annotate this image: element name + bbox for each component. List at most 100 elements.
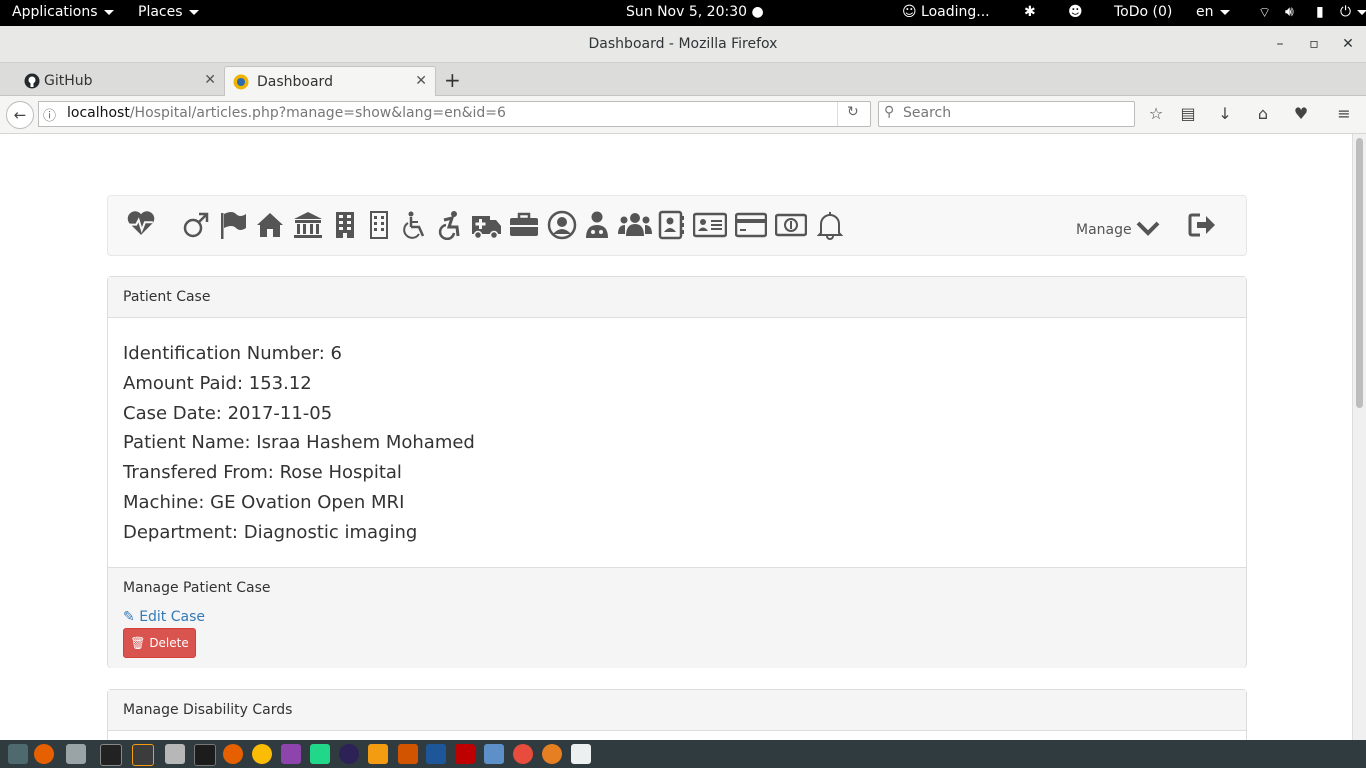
bell-icon[interactable] <box>817 210 843 240</box>
field-case-date: Case Date: 2017-11-05 <box>123 403 333 424</box>
scrollbar-thumb[interactable] <box>1356 138 1363 408</box>
sublime-icon[interactable] <box>132 744 154 766</box>
info-icon[interactable]: ⓘ <box>43 105 56 124</box>
field-transfered-from: Transfered From: Rose Hospital <box>123 462 402 483</box>
panel-title: Patient Case <box>123 289 211 305</box>
home-icon[interactable]: ⌂ <box>1254 105 1272 123</box>
text-editor-icon[interactable] <box>165 744 185 764</box>
briefcase-icon[interactable] <box>509 210 539 240</box>
manage-patient-case-title: Manage Patient Case <box>123 580 271 596</box>
chevron-down-icon[interactable] <box>1135 218 1161 238</box>
bookmark-star-icon[interactable]: ☆ <box>1147 105 1165 123</box>
reading-list-icon[interactable]: ▤ <box>1179 105 1197 123</box>
downloads-icon[interactable]: ↓ <box>1216 105 1234 123</box>
menu-icon[interactable]: ≡ <box>1335 105 1353 123</box>
wifi-icon[interactable]: ⌔ <box>1258 4 1271 22</box>
tab-github[interactable]: GitHub ✕ <box>12 66 224 95</box>
app-4-icon[interactable] <box>571 744 591 764</box>
reload-icon[interactable]: ↻ <box>847 104 859 120</box>
terminal-icon[interactable] <box>100 744 122 766</box>
user-circle-icon[interactable] <box>547 210 577 240</box>
pocket-icon[interactable]: ♥ <box>1292 105 1310 123</box>
app-navbar: Manage <box>107 195 1247 256</box>
back-button[interactable]: ← <box>6 101 34 129</box>
power-icon[interactable]: ⏻ <box>1340 4 1366 20</box>
firefox-icon[interactable] <box>34 744 54 764</box>
eclipse-icon[interactable] <box>339 744 359 764</box>
language-selector[interactable]: en <box>1196 4 1230 20</box>
user-md-icon[interactable] <box>584 210 610 240</box>
trash-icon: 🗑︎ <box>130 636 146 650</box>
show-desktop-icon[interactable] <box>8 744 28 764</box>
tray-monkey-icon[interactable]: ☻ <box>1068 4 1083 20</box>
app-icon[interactable] <box>398 744 418 764</box>
panel-title: Manage Disability Cards <box>123 702 293 718</box>
wheelchair-icon[interactable] <box>400 210 428 240</box>
close-window-button[interactable]: ✕ <box>1338 34 1358 54</box>
sign-out-icon[interactable] <box>1188 212 1216 238</box>
edit-case-link[interactable]: ✎ Edit Case <box>123 609 205 625</box>
filezilla-icon[interactable] <box>455 744 475 764</box>
postman-icon[interactable] <box>542 744 562 764</box>
pycharm-icon[interactable] <box>310 744 330 764</box>
url-bar[interactable]: ⓘ localhost/Hospital/articles.php?manage… <box>38 101 871 127</box>
search-input[interactable]: ⚲ Search <box>878 101 1135 127</box>
panel-heading: Manage Disability Cards <box>108 690 1246 731</box>
tab-close-icon[interactable]: ✕ <box>204 72 216 88</box>
clock[interactable]: Sun Nov 5, 20:30 ● <box>626 4 764 20</box>
tray-icon[interactable]: ✱ <box>1024 4 1036 20</box>
money-icon[interactable] <box>775 210 807 240</box>
patient-case-panel: Patient Case Identification Number: 6 Am… <box>107 276 1247 668</box>
window-title-bar: Dashboard - Mozilla Firefox – ▫ ✕ <box>0 26 1366 63</box>
battery-icon[interactable]: ▮ <box>1316 4 1324 20</box>
todo-indicator[interactable]: ToDo (0) <box>1114 4 1172 20</box>
accessible-icon[interactable] <box>436 210 464 240</box>
app-3-icon[interactable] <box>513 744 533 764</box>
heartbeat-icon[interactable] <box>122 208 160 238</box>
credit-card-icon[interactable] <box>735 210 767 240</box>
field-identification-number: Identification Number: 6 <box>123 343 342 364</box>
bank-icon[interactable] <box>292 210 324 240</box>
disability-cards-panel: Manage Disability Cards <box>107 689 1247 740</box>
github-icon <box>24 73 40 89</box>
terminal-2-icon[interactable] <box>194 744 216 766</box>
window-title: Dashboard - Mozilla Firefox <box>588 36 778 52</box>
app-2-icon[interactable] <box>484 744 504 764</box>
minimize-button[interactable]: – <box>1270 34 1290 54</box>
places-menu[interactable]: Places <box>138 4 199 20</box>
id-card-icon[interactable] <box>693 210 727 240</box>
pencil-icon: ✎ <box>123 609 135 625</box>
users-icon[interactable] <box>618 210 652 240</box>
tab-close-icon[interactable]: ✕ <box>415 73 427 89</box>
flag-icon[interactable] <box>218 210 248 240</box>
sublime-2-icon[interactable] <box>368 744 388 764</box>
field-patient-name: Patient Name: Israa Hashem Mohamed <box>123 432 475 453</box>
building-outline-icon[interactable] <box>368 210 390 240</box>
panel-heading: Patient Case <box>108 277 1246 318</box>
home-icon[interactable] <box>256 210 284 240</box>
url-divider <box>837 102 838 126</box>
delete-button[interactable]: 🗑︎ Delete <box>123 628 196 658</box>
field-department: Department: Diagnostic imaging <box>123 522 418 543</box>
new-tab-button[interactable]: + <box>444 68 461 92</box>
ambulance-icon[interactable] <box>470 210 502 240</box>
files-icon[interactable] <box>66 744 86 764</box>
volume-icon[interactable]: 🔊︎ <box>1285 4 1294 20</box>
favicon-icon <box>233 74 249 90</box>
phpstorm-icon[interactable] <box>281 744 301 764</box>
tab-bar: GitHub ✕ Dashboard ✕ + <box>0 63 1366 96</box>
maximize-button[interactable]: ▫ <box>1304 34 1324 54</box>
manage-menu-label[interactable]: Manage <box>1076 222 1132 238</box>
chrome-icon[interactable] <box>252 744 272 764</box>
page-content: Manage Patient Case Identification Numbe… <box>0 134 1352 740</box>
building-icon[interactable] <box>334 210 356 240</box>
male-icon[interactable] <box>182 210 210 240</box>
mysql-workbench-icon[interactable] <box>426 744 446 764</box>
applications-menu[interactable]: Applications <box>12 4 114 20</box>
panel-footer: Manage Patient Case ✎ Edit Case 🗑︎ Delet… <box>108 567 1246 668</box>
firefox-2-icon[interactable] <box>223 744 243 764</box>
address-book-icon[interactable] <box>657 210 685 240</box>
loading-indicator[interactable]: ☺ Loading... <box>902 4 990 20</box>
field-machine: Machine: GE Ovation Open MRI <box>123 492 405 513</box>
tab-dashboard[interactable]: Dashboard ✕ <box>224 66 436 96</box>
